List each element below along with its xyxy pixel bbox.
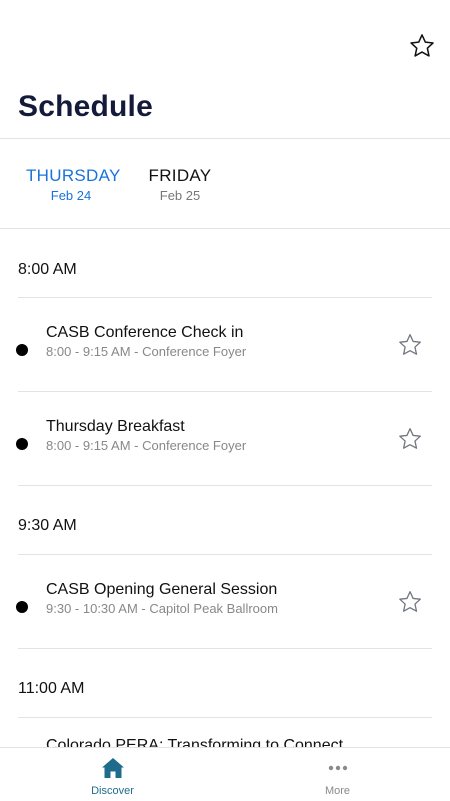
session-bullet bbox=[16, 344, 28, 356]
tab-day-label: FRIDAY bbox=[148, 166, 212, 185]
session-row[interactable]: CASB Conference Check in 8:00 - 9:15 AM … bbox=[0, 297, 450, 390]
session-title: CASB Opening General Session bbox=[46, 581, 278, 598]
session-title: CASB Conference Check in bbox=[46, 324, 244, 341]
time-header: 9:30 AM bbox=[18, 517, 77, 534]
nav-discover[interactable]: Discover bbox=[0, 748, 225, 801]
session-row[interactable]: CASB Opening General Session 9:30 - 10:3… bbox=[0, 554, 450, 647]
header-divider bbox=[0, 138, 450, 139]
session-row[interactable]: Colorado PERA: Transforming to Connect bbox=[0, 717, 450, 747]
schedule-list[interactable]: 8:00 AM CASB Conference Check in 8:00 - … bbox=[0, 229, 450, 747]
more-dots-icon bbox=[328, 765, 347, 771]
session-row[interactable]: Thursday Breakfast 8:00 - 9:15 AM - Conf… bbox=[0, 391, 450, 484]
top-bar bbox=[0, 0, 450, 90]
row-divider bbox=[18, 485, 432, 486]
tab-day-label: THURSDAY bbox=[26, 166, 121, 185]
session-bullet bbox=[16, 601, 28, 613]
home-icon bbox=[101, 758, 124, 778]
tab-thursday[interactable]: THURSDAY Feb 24 bbox=[26, 166, 121, 203]
page-title: Schedule bbox=[18, 90, 153, 123]
tab-date-label: Feb 24 bbox=[50, 188, 92, 203]
time-header: 11:00 AM bbox=[18, 680, 85, 697]
session-details: 9:30 - 10:30 AM - Capitol Peak Ballroom bbox=[46, 601, 278, 616]
day-tabs: THURSDAY Feb 24 FRIDAY Feb 25 bbox=[0, 140, 450, 228]
tab-date-label: Feb 25 bbox=[159, 188, 201, 203]
tab-friday[interactable]: FRIDAY Feb 25 bbox=[148, 166, 212, 203]
nav-label: Discover bbox=[91, 785, 134, 797]
nav-more[interactable]: More bbox=[225, 748, 450, 801]
time-header: 8:00 AM bbox=[18, 261, 77, 278]
session-title: Colorado PERA: Transforming to Connect bbox=[46, 737, 344, 747]
session-details: 8:00 - 9:15 AM - Conference Foyer bbox=[46, 344, 247, 359]
session-title: Thursday Breakfast bbox=[46, 418, 185, 435]
session-details: 8:00 - 9:15 AM - Conference Foyer bbox=[46, 438, 247, 453]
star-outline-icon[interactable] bbox=[397, 589, 423, 615]
star-outline-icon[interactable] bbox=[408, 32, 436, 60]
row-divider bbox=[18, 648, 432, 649]
bottom-tab-bar: Discover More bbox=[0, 747, 450, 801]
session-bullet bbox=[16, 438, 28, 450]
star-outline-icon[interactable] bbox=[397, 332, 423, 358]
star-outline-icon[interactable] bbox=[397, 426, 423, 452]
nav-label: More bbox=[324, 785, 351, 797]
